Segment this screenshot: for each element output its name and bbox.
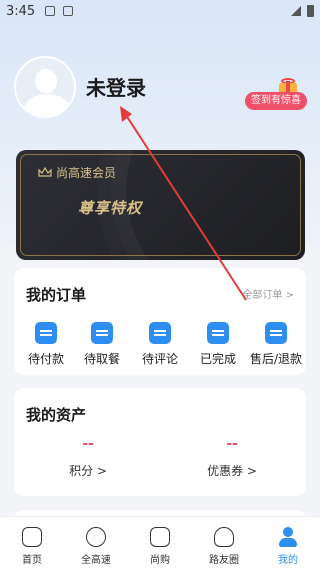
tab-highway[interactable]: 全高速	[64, 517, 128, 568]
done-icon	[207, 322, 229, 344]
orders-title: 我的订单	[26, 286, 87, 304]
shopping-bag-icon	[150, 527, 170, 547]
person-icon	[278, 527, 298, 547]
tab-label: 尚购	[150, 555, 170, 566]
app-notification-icon	[63, 6, 74, 16]
order-item-label: 已完成	[199, 352, 236, 366]
orders-card: 我的订单 全部订单 > 待付款 待取餐 待评论 已完成 售后/退款	[14, 268, 306, 375]
crown-icon	[38, 167, 52, 177]
order-item-label: 售后/退款	[249, 352, 303, 366]
comment-icon	[149, 322, 171, 344]
signal-icon	[291, 6, 301, 16]
image-notification-icon	[45, 6, 56, 16]
order-pending-review[interactable]: 待评论	[130, 322, 190, 367]
tab-label: 首页	[22, 555, 42, 566]
login-status-label[interactable]: 未登录	[86, 72, 146, 101]
sign-in-button[interactable]: 签到有惊喜	[245, 92, 307, 110]
avatar-body-shape	[24, 94, 70, 116]
road-icon	[86, 527, 106, 547]
order-pending-pickup[interactable]: 待取餐	[72, 322, 132, 367]
order-completed[interactable]: 已完成	[188, 322, 248, 367]
tab-community[interactable]: 路友圈	[192, 517, 256, 568]
assets-card: 我的资产 -- 积分 > -- 优惠券 >	[14, 388, 306, 496]
battery-icon	[307, 5, 314, 17]
order-pending-payment[interactable]: 待付款	[16, 322, 76, 367]
points-value: --	[82, 436, 94, 452]
assets-title: 我的资产	[26, 406, 87, 424]
tab-shop[interactable]: 尚购	[128, 517, 192, 568]
member-slogan: 尊享特权	[78, 199, 143, 217]
tab-home[interactable]: 首页	[0, 517, 64, 568]
bottom-tab-bar: 首页 全高速 尚购 路友圈 我的	[0, 516, 320, 568]
coupons-value: --	[226, 436, 238, 452]
wallet-icon	[35, 322, 57, 344]
points-entry[interactable]: -- 积分 >	[28, 436, 148, 479]
order-item-label: 待付款	[27, 352, 64, 366]
all-orders-link[interactable]: 全部订单 >	[242, 286, 294, 301]
avatar-head-shape	[35, 69, 57, 93]
avatar[interactable]	[14, 56, 76, 118]
points-label: 积分 >	[69, 464, 107, 478]
tab-mine[interactable]: 我的	[256, 517, 320, 568]
tab-label: 全高速	[81, 555, 111, 566]
member-title: 尚高速会员	[56, 166, 117, 180]
coupons-entry[interactable]: -- 优惠券 >	[172, 436, 292, 479]
home-icon	[22, 527, 42, 547]
coupons-label: 优惠券 >	[207, 464, 257, 478]
tab-label: 我的	[278, 555, 298, 566]
tab-label: 路友圈	[209, 555, 239, 566]
member-card[interactable]: 尚高速会员 尊享特权	[16, 150, 305, 260]
status-time: 3:45	[6, 3, 36, 19]
refund-icon	[265, 322, 287, 344]
order-refund[interactable]: 售后/退款	[246, 322, 306, 367]
bag-icon	[91, 322, 113, 344]
community-icon	[214, 527, 234, 547]
status-bar: 3:45	[0, 0, 320, 22]
order-item-label: 待取餐	[83, 352, 120, 366]
order-item-label: 待评论	[141, 352, 178, 366]
